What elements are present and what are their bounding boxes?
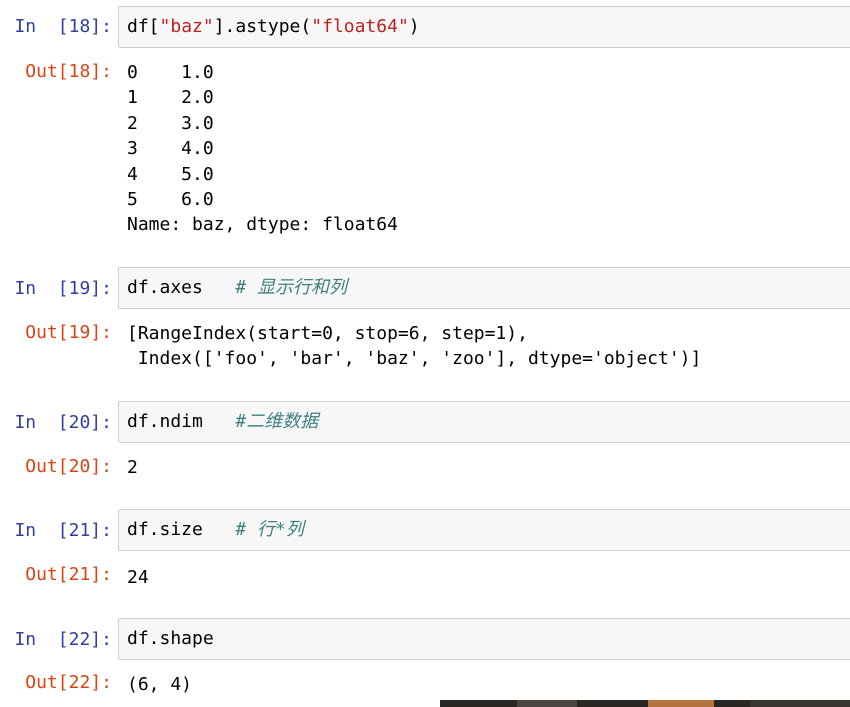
input-prompt: In [22]:: [14, 629, 112, 650]
code-token: df.size: [127, 519, 236, 540]
taskbar-segment: [517, 700, 577, 707]
string-token: "baz": [159, 16, 214, 37]
cell-output-18: 0 1.0 1 2.0 2 3.0 3 4.0 4 5.0 5 6.0 Name: baz,…: [127, 60, 398, 238]
comment-token: # 行*列: [235, 519, 304, 540]
cell-output-21: 24: [127, 565, 149, 590]
code-input-18[interactable]: df["baz"].astype("float64"): [118, 6, 850, 48]
output-prompt: Out[21]:: [25, 564, 112, 585]
input-prompt: In [20]:: [14, 412, 112, 433]
output-line: 24: [127, 567, 149, 588]
output-line: Name: baz, dtype: float64: [127, 214, 398, 236]
input-prompt: In [21]:: [14, 520, 112, 541]
output-prompt: Out[19]:: [25, 322, 112, 343]
output-line: [RangeIndex(start=0, stop=6, step=1),: [127, 323, 528, 344]
code-input-20[interactable]: df.ndim #二维数据: [118, 401, 850, 443]
output-prompt: Out[18]:: [25, 61, 112, 82]
code-input-19[interactable]: df.axes # 显示行和列: [118, 267, 850, 309]
cell-output-19: [RangeIndex(start=0, stop=6, step=1), In…: [127, 321, 701, 372]
output-prompt: Out[22]:: [25, 672, 112, 693]
output-line: 5 6.0: [127, 189, 214, 211]
code-line: df["baz"].astype("float64"): [127, 15, 420, 39]
input-prompt: In [19]:: [14, 278, 112, 299]
input-prompt: In [18]:: [14, 16, 112, 37]
code-line: df.axes # 显示行和列: [127, 276, 347, 300]
code-line: df.size # 行*列: [127, 518, 304, 542]
string-token: "float64": [311, 16, 409, 37]
cell-output-22: (6, 4): [127, 672, 192, 697]
output-line: 1 2.0: [127, 87, 214, 109]
output-prompt: Out[20]:: [25, 456, 112, 477]
output-line: 2 3.0: [127, 112, 214, 134]
code-line: df.ndim #二维数据: [127, 410, 318, 434]
code-input-22[interactable]: df.shape: [118, 618, 850, 660]
code-token: df.axes: [127, 277, 236, 298]
output-line: 0 1.0: [127, 62, 214, 83]
code-token: ): [408, 16, 420, 37]
code-token: df[: [127, 16, 160, 37]
code-token: df.ndim: [127, 411, 236, 432]
taskbar-strip: [440, 700, 850, 707]
output-line: 2: [127, 457, 138, 478]
output-line: Index(['foo', 'bar', 'baz', 'zoo'], dtyp…: [127, 348, 702, 370]
output-line: 4 5.0: [127, 163, 214, 185]
comment-token: # 显示行和列: [235, 277, 348, 298]
output-line: 3 4.0: [127, 138, 214, 160]
code-token: df.shape: [127, 628, 214, 649]
taskbar-segment: [648, 700, 714, 707]
code-input-21[interactable]: df.size # 行*列: [118, 509, 850, 551]
output-line: (6, 4): [127, 674, 193, 695]
taskbar-segment: [750, 700, 850, 707]
code-token: ].astype(: [213, 16, 312, 37]
code-line: df.shape: [127, 627, 214, 651]
comment-token: #二维数据: [235, 411, 319, 432]
cell-output-20: 2: [127, 455, 138, 480]
